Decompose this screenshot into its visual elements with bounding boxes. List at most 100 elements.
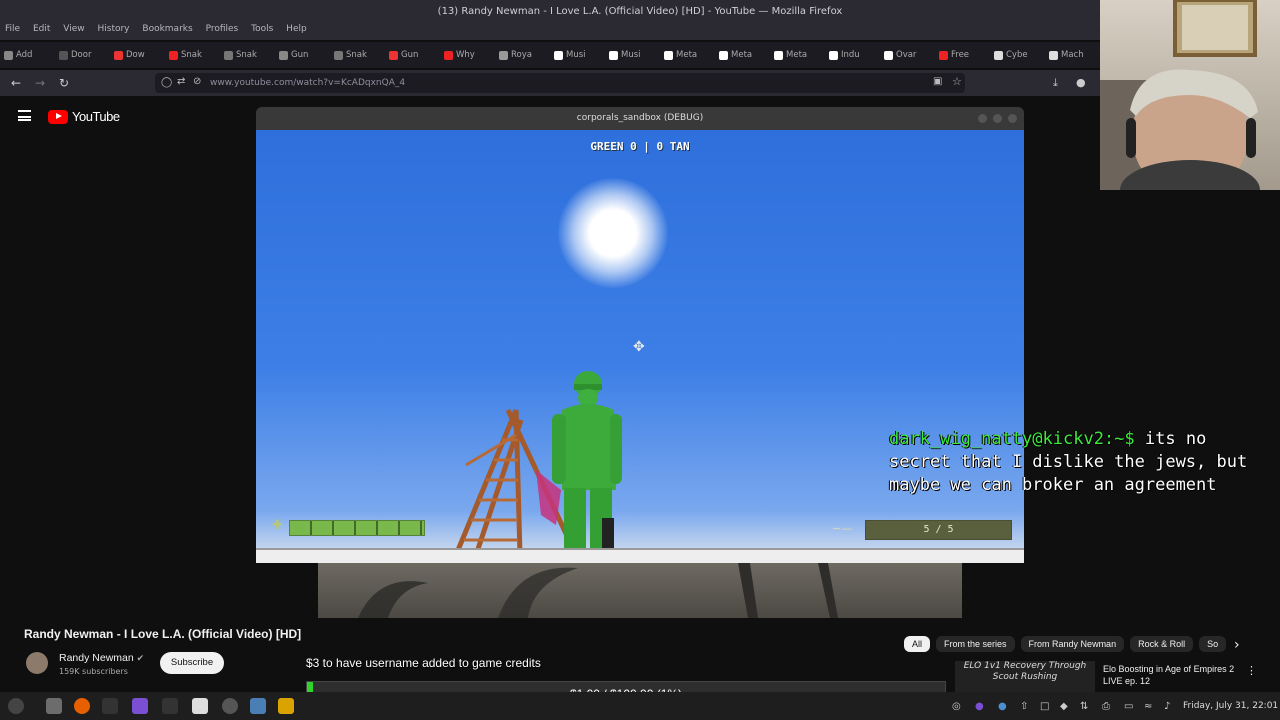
downloads-icon[interactable]: ⤓ [1053, 76, 1058, 90]
minimize-button[interactable] [978, 114, 987, 123]
recommended-title[interactable]: Elo Boosting in Age of Empires 2 LIVE ep… [1103, 663, 1253, 687]
browser-title-bar: (13) Randy Newman - I Love L.A. (Officia… [0, 0, 1280, 24]
tab-9[interactable]: Roya [495, 50, 550, 60]
terminal-icon[interactable] [102, 698, 118, 714]
tracking-icon[interactable]: ⊘ [193, 76, 201, 87]
tray-printer-icon[interactable]: ⎙ [1102, 701, 1110, 712]
maximize-button[interactable] [993, 114, 1002, 123]
start-menu-icon[interactable] [8, 698, 24, 714]
tab-favicon-icon [609, 50, 618, 60]
tab-3[interactable]: Snak [165, 50, 220, 60]
account-icon[interactable]: ● [1076, 76, 1086, 89]
tab-strip: Add Door Dow Snak Snak Gun Snak Gun Why Roya Musi M… [0, 42, 1100, 68]
document-icon[interactable] [192, 698, 208, 714]
tray-shield-icon[interactable]: ◆ [1060, 701, 1068, 712]
tab-favicon-icon [994, 50, 1003, 60]
subscribe-button[interactable]: Subscribe [160, 652, 224, 674]
window-title: (13) Randy Newman - I Love L.A. (Officia… [437, 6, 843, 17]
rifle-icon: ∼— [832, 522, 853, 535]
chip-all[interactable]: All [904, 636, 931, 652]
palm-trees-image [358, 563, 838, 618]
tab-2[interactable]: Dow [110, 50, 165, 60]
chip-rock-and-roll[interactable]: Rock & Roll [1130, 636, 1194, 652]
menu-profiles[interactable]: Profiles [206, 24, 239, 34]
tray-wifi-icon[interactable]: ≈ [1144, 701, 1152, 712]
godot-icon[interactable] [250, 698, 266, 714]
tray-network-icon[interactable]: ⇅ [1080, 701, 1088, 712]
shield-icon[interactable]: ◯ [161, 77, 172, 88]
tab-label: Cybe [1006, 50, 1028, 60]
tab-16[interactable]: Ovar [880, 50, 935, 60]
menu-icon[interactable] [18, 110, 31, 121]
bookmark-star-icon[interactable]: ☆ [952, 75, 962, 88]
tab-17[interactable]: Free [935, 50, 990, 60]
tray-clipboard-icon[interactable]: □ [1040, 701, 1049, 712]
video-player[interactable] [318, 563, 962, 618]
tab-label: Mach [1061, 50, 1084, 60]
chip-from-randy-newman[interactable]: From Randy Newman [1020, 636, 1125, 652]
tray-upload-icon[interactable]: ⇧ [1020, 701, 1028, 712]
tab-19[interactable]: Mach [1045, 50, 1100, 60]
game-viewport[interactable]: GREEN 0 | 0 TAN ✥ ✚ ∼— 5 / 5 [256, 130, 1024, 563]
tab-1[interactable]: Door [55, 50, 110, 60]
navigation-bar: ← → ↻ ◯ ⇄ ⊘ www.youtube.com/watch?v=KcAD… [0, 70, 1100, 96]
tab-favicon-icon [939, 50, 948, 60]
chip-from-series[interactable]: From the series [936, 636, 1015, 652]
tab-favicon-icon [4, 50, 13, 60]
menu-view[interactable]: View [63, 24, 84, 34]
youtube-logo[interactable]: YouTube [48, 109, 120, 124]
tab-14[interactable]: Meta [770, 50, 825, 60]
tab-11[interactable]: Musi [605, 50, 660, 60]
tab-18[interactable]: Cybe [990, 50, 1045, 60]
url-text[interactable]: www.youtube.com/watch?v=KcADqxnQA_4 [210, 78, 405, 88]
channel-avatar[interactable] [26, 652, 48, 674]
chip-more[interactable]: So [1199, 636, 1227, 652]
app-icon[interactable] [278, 698, 294, 714]
menu-bookmarks[interactable]: Bookmarks [142, 24, 192, 34]
tab-label: Musi [621, 50, 641, 60]
menu-edit[interactable]: Edit [33, 24, 50, 34]
url-bar[interactable]: ◯ ⇄ ⊘ www.youtube.com/watch?v=KcADqxnQA_… [155, 73, 965, 93]
more-options-icon[interactable]: ⋮ [1246, 664, 1257, 677]
tray-display-icon[interactable]: ▭ [1124, 701, 1133, 712]
menu-file[interactable]: File [5, 24, 20, 34]
tab-label: Meta [786, 50, 808, 60]
menu-help[interactable]: Help [286, 24, 307, 34]
tab-8[interactable]: Why [440, 50, 495, 60]
menu-tools[interactable]: Tools [251, 24, 273, 34]
tab-5[interactable]: Gun [275, 50, 330, 60]
clock[interactable]: Friday, July 31, 22:01 [1183, 701, 1278, 711]
tab-12[interactable]: Meta [660, 50, 715, 60]
chevron-right-icon[interactable]: › [1234, 637, 1240, 653]
tray-obsidian-icon[interactable]: ● [975, 701, 984, 712]
tab-0[interactable]: Add [0, 50, 55, 60]
tab-4[interactable]: Snak [220, 50, 275, 60]
reader-view-icon[interactable]: ▣ [933, 76, 942, 87]
tray-globe-icon[interactable]: ● [998, 701, 1007, 712]
tray-volume-icon[interactable]: ♪ [1164, 701, 1170, 712]
reload-icon[interactable]: ↻ [59, 76, 69, 90]
tray-icon[interactable]: ◎ [952, 701, 961, 712]
permissions-icon[interactable]: ⇄ [177, 76, 185, 87]
back-icon[interactable]: ← [11, 76, 21, 90]
tab-label: Meta [731, 50, 753, 60]
menu-history[interactable]: History [97, 24, 129, 34]
firefox-icon[interactable] [74, 698, 90, 714]
file-manager-icon[interactable] [46, 698, 62, 714]
subscriber-count: 159K subscribers [59, 667, 128, 676]
forward-icon[interactable]: → [35, 76, 45, 90]
verified-icon: ✔ [136, 653, 145, 663]
channel-name-text: Randy Newman [59, 652, 134, 664]
close-button[interactable] [1008, 114, 1017, 123]
tab-13[interactable]: Meta [715, 50, 770, 60]
tab-10[interactable]: Musi [550, 50, 605, 60]
tab-favicon-icon [279, 50, 288, 60]
terminal-2-icon[interactable] [162, 698, 178, 714]
taskbar: ◎ ● ● ⇧ □ ◆ ⇅ ⎙ ▭ ≈ ♪ Friday, July 31, 2… [0, 692, 1280, 720]
obsidian-icon[interactable] [132, 698, 148, 714]
channel-name[interactable]: Randy Newman ✔ [59, 652, 144, 664]
tab-6[interactable]: Snak [330, 50, 385, 60]
settings-icon[interactable] [222, 698, 238, 714]
tab-7[interactable]: Gun [385, 50, 440, 60]
tab-15[interactable]: Indu [825, 50, 880, 60]
